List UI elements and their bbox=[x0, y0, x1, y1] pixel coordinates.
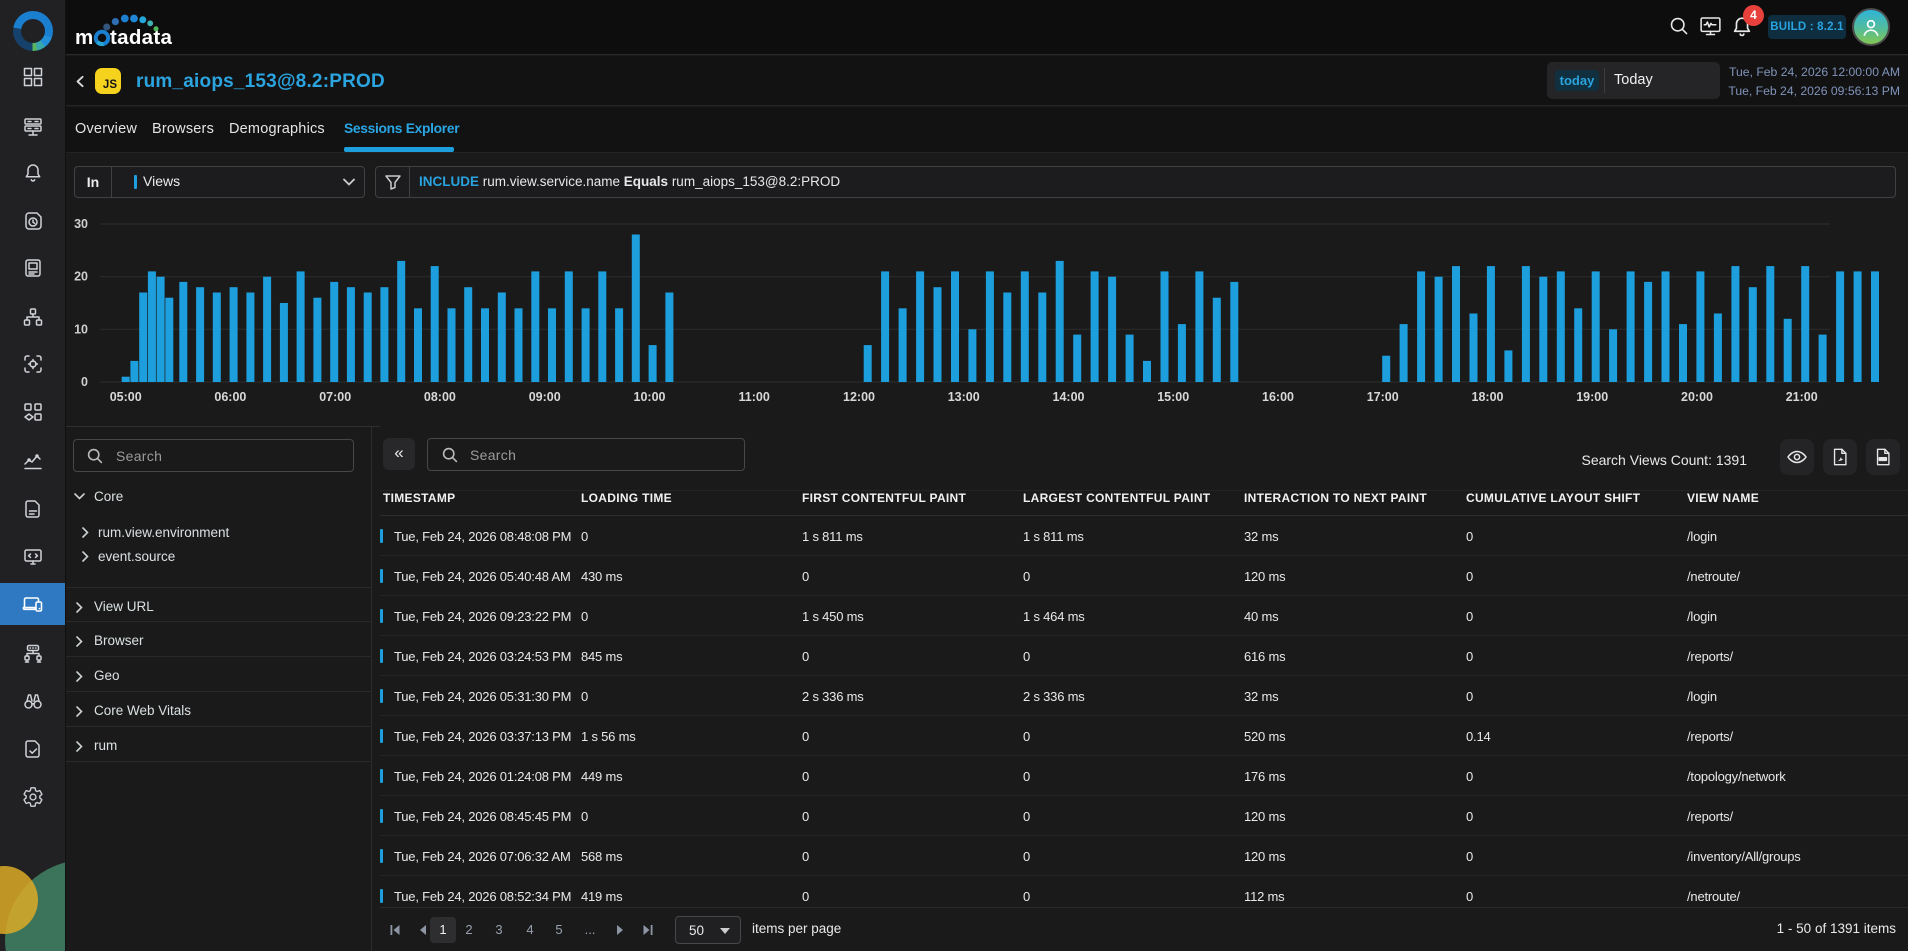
svg-text:11:00: 11:00 bbox=[739, 390, 770, 404]
svg-text:18:00: 18:00 bbox=[1472, 390, 1504, 404]
svg-text:0: 0 bbox=[81, 375, 88, 389]
svg-text:06:00: 06:00 bbox=[214, 390, 246, 404]
svg-text:17:00: 17:00 bbox=[1367, 390, 1399, 404]
svg-text:19:00: 19:00 bbox=[1576, 390, 1608, 404]
svg-text:20:00: 20:00 bbox=[1681, 390, 1713, 404]
svg-text:13:00: 13:00 bbox=[948, 390, 980, 404]
svg-text:20: 20 bbox=[74, 270, 88, 284]
svg-text:08:00: 08:00 bbox=[424, 390, 456, 404]
svg-text:15:00: 15:00 bbox=[1157, 390, 1189, 404]
svg-text:07:00: 07:00 bbox=[319, 390, 351, 404]
svg-text:30: 30 bbox=[74, 217, 88, 231]
svg-text:14:00: 14:00 bbox=[1053, 390, 1085, 404]
svg-text:16:00: 16:00 bbox=[1262, 390, 1294, 404]
svg-text:05:00: 05:00 bbox=[110, 390, 142, 404]
svg-text:21:00: 21:00 bbox=[1786, 390, 1818, 404]
svg-text:10: 10 bbox=[74, 322, 88, 336]
svg-text:09:00: 09:00 bbox=[529, 390, 561, 404]
svg-text:10:00: 10:00 bbox=[634, 390, 666, 404]
svg-text:12:00: 12:00 bbox=[843, 390, 875, 404]
